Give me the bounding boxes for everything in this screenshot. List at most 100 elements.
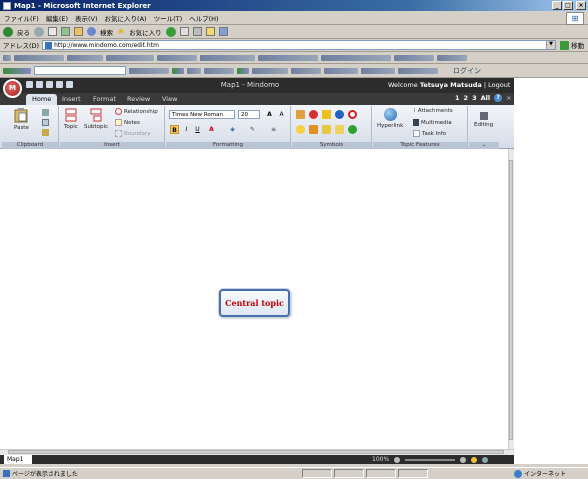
- go-button[interactable]: 移動: [560, 40, 584, 50]
- page-2[interactable]: 2: [464, 94, 469, 102]
- relationship-button[interactable]: Relationship: [115, 108, 158, 115]
- open-icon[interactable]: [36, 81, 43, 88]
- mail-icon[interactable]: [179, 27, 189, 36]
- font-color-icon[interactable]: A: [207, 125, 216, 134]
- central-topic[interactable]: Central topic: [219, 289, 290, 317]
- address-input[interactable]: http://www.mindomo.com/edit.htm ▼: [42, 40, 557, 50]
- link-item[interactable]: [258, 54, 318, 61]
- info-symbol-icon[interactable]: [335, 110, 344, 119]
- link-item[interactable]: [106, 54, 154, 61]
- link-item[interactable]: [14, 54, 64, 61]
- mail-symbol-icon[interactable]: [335, 125, 344, 134]
- search-icon[interactable]: [87, 27, 96, 36]
- sheet-tab[interactable]: Map1: [4, 455, 32, 464]
- close-app-icon[interactable]: ×: [506, 94, 511, 102]
- close-button[interactable]: ×: [576, 1, 586, 10]
- attachments-button[interactable]: ⌇ Attachments: [413, 108, 453, 114]
- thumb-symbol-icon[interactable]: [309, 125, 318, 134]
- folder-icon[interactable]: [205, 27, 215, 36]
- home-icon[interactable]: [74, 27, 83, 36]
- toolbar-item[interactable]: [204, 67, 234, 74]
- italic-button[interactable]: I: [182, 125, 191, 134]
- refresh-icon[interactable]: [61, 27, 70, 36]
- save-icon[interactable]: [46, 81, 53, 88]
- notes-button[interactable]: Notes: [115, 119, 140, 126]
- history-icon[interactable]: [165, 26, 176, 37]
- stop-symbol-icon[interactable]: [348, 110, 357, 119]
- font-family-select[interactable]: Times New Roman: [169, 110, 235, 119]
- home-symbol-icon[interactable]: [296, 110, 305, 119]
- tab-review[interactable]: Review: [127, 94, 150, 105]
- link-item[interactable]: [3, 54, 11, 61]
- address-dropdown-icon[interactable]: ▼: [546, 41, 556, 49]
- bold-button[interactable]: B: [170, 125, 179, 134]
- subtopic-button[interactable]: Subtopic: [84, 108, 108, 130]
- back-label[interactable]: 戻る: [17, 27, 30, 37]
- task-info-button[interactable]: Task Info: [413, 130, 446, 137]
- search-label[interactable]: 検索: [100, 27, 113, 37]
- warning-symbol-icon[interactable]: [322, 110, 331, 119]
- editing-button[interactable]: Editing: [474, 112, 493, 128]
- overview-icon[interactable]: [482, 456, 489, 463]
- menu-edit[interactable]: 編集(E): [46, 13, 68, 23]
- idea-symbol-icon[interactable]: [296, 125, 305, 134]
- flag-symbol-icon[interactable]: [322, 125, 331, 134]
- page-all[interactable]: All: [481, 94, 491, 102]
- favorites-label[interactable]: お気に入り: [129, 27, 162, 37]
- zoom-in-icon[interactable]: [460, 456, 467, 463]
- page-3[interactable]: 3: [472, 94, 477, 102]
- vertical-scroll-thumb[interactable]: [509, 160, 513, 440]
- zoom-slider[interactable]: [405, 458, 456, 461]
- help-icon[interactable]: ?: [494, 94, 503, 102]
- format-painter-icon[interactable]: [42, 129, 49, 136]
- undo-icon[interactable]: [66, 81, 73, 88]
- forward-icon[interactable]: [34, 26, 44, 37]
- favorites-icon[interactable]: ★: [117, 27, 125, 37]
- font-size-select[interactable]: 20: [238, 110, 260, 119]
- address-url[interactable]: http://www.mindomo.com/edit.htm: [54, 42, 159, 49]
- toolbar-item[interactable]: [187, 67, 201, 74]
- back-icon[interactable]: [3, 26, 13, 37]
- grow-font-icon[interactable]: A: [265, 110, 274, 119]
- line-color-icon[interactable]: ✎: [248, 125, 257, 134]
- print-icon[interactable]: [192, 27, 202, 36]
- link-item[interactable]: [394, 54, 434, 61]
- toolbar-item[interactable]: [324, 67, 358, 74]
- menu-tools[interactable]: ツール(T): [154, 13, 183, 23]
- toolbar-item[interactable]: [361, 67, 395, 74]
- zoom-out-icon[interactable]: [394, 456, 401, 463]
- mindomo-logo[interactable]: M: [3, 79, 22, 98]
- toolbar-item[interactable]: [172, 67, 184, 74]
- topic-button[interactable]: Topic: [64, 108, 78, 130]
- messenger-icon[interactable]: [218, 27, 228, 36]
- menu-file[interactable]: ファイル(F): [4, 13, 39, 23]
- minimize-button[interactable]: _: [552, 1, 562, 10]
- toolbar-item[interactable]: [237, 67, 249, 74]
- error-symbol-icon[interactable]: [309, 110, 318, 119]
- link-item[interactable]: [200, 54, 255, 61]
- link-item[interactable]: [321, 54, 391, 61]
- link-item[interactable]: [157, 54, 197, 61]
- menu-favorites[interactable]: お気に入り(A): [105, 13, 147, 23]
- copy-icon[interactable]: [42, 119, 49, 126]
- tab-insert[interactable]: Insert: [62, 94, 81, 105]
- hyperlink-button[interactable]: Hyperlink: [377, 108, 403, 129]
- cut-icon[interactable]: [42, 109, 49, 116]
- paste-button[interactable]: Paste: [14, 108, 29, 131]
- fill-color-icon[interactable]: ◈: [228, 125, 237, 134]
- logout-link[interactable]: Logout: [488, 81, 510, 89]
- menu-view[interactable]: 表示(V): [75, 13, 98, 23]
- shrink-font-icon[interactable]: A: [277, 110, 286, 119]
- link-item[interactable]: [437, 54, 467, 61]
- horizontal-scroll-thumb[interactable]: [8, 450, 504, 454]
- toolbar-item[interactable]: [252, 67, 288, 74]
- toolbar-item[interactable]: [291, 67, 321, 74]
- stop-icon[interactable]: [48, 27, 57, 36]
- boundary-button[interactable]: Boundary: [115, 130, 151, 137]
- underline-button[interactable]: U: [193, 125, 202, 134]
- multimedia-button[interactable]: Multimedia: [413, 119, 452, 126]
- tab-view[interactable]: View: [162, 94, 177, 105]
- toolbar-item[interactable]: [129, 67, 169, 74]
- question-symbol-icon[interactable]: [348, 125, 357, 134]
- tab-home[interactable]: Home: [26, 94, 58, 105]
